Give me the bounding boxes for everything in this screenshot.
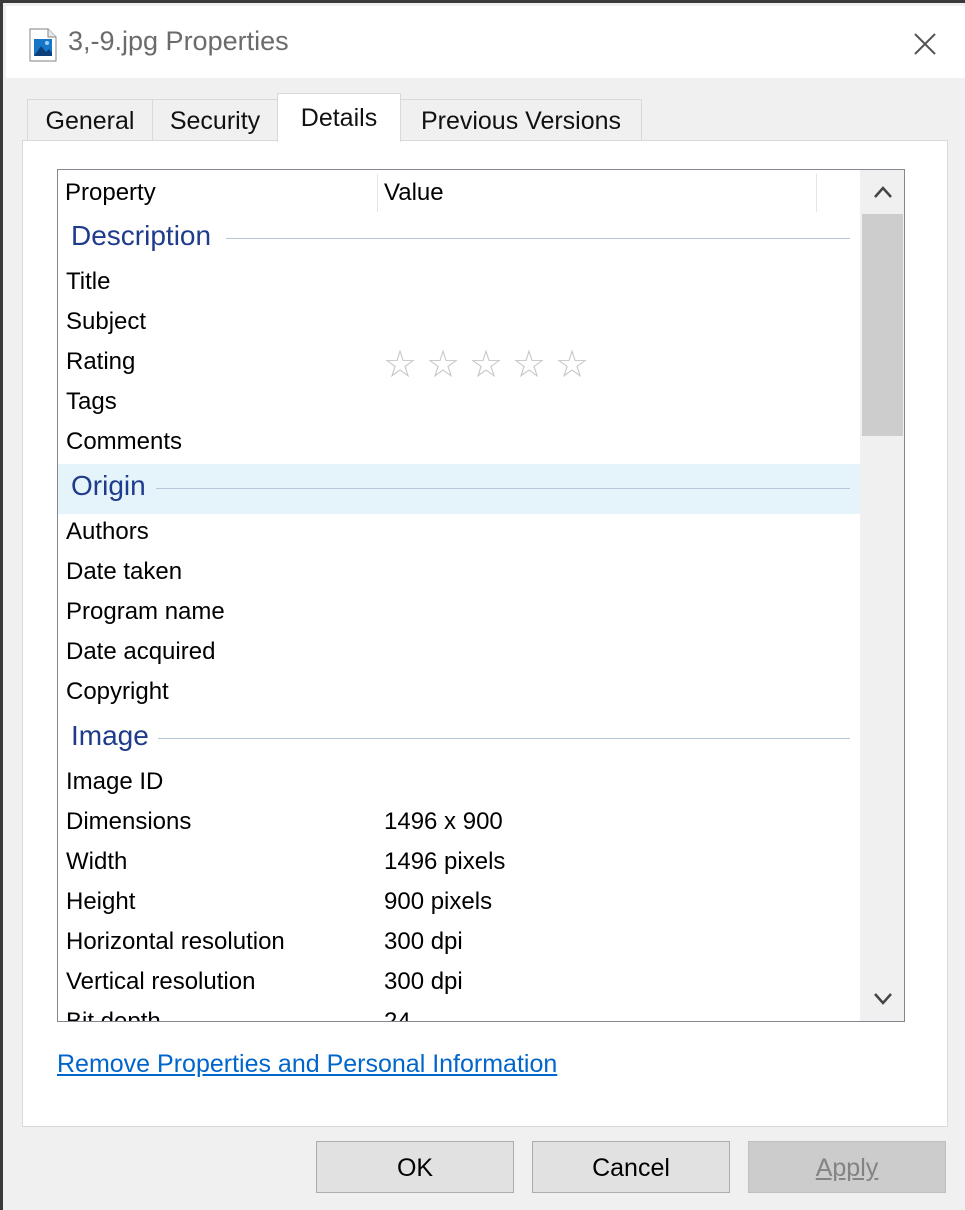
chevron-down-icon	[873, 993, 892, 1005]
property-name: Comments	[66, 428, 183, 455]
property-name: Title	[66, 268, 111, 295]
property-rows: Description Title Subject Rating ☆ ☆ ☆ ☆…	[58, 214, 860, 1022]
tab-details[interactable]: Details	[277, 93, 401, 142]
property-value[interactable]: 900 pixels	[384, 888, 492, 916]
list-item[interactable]: Width 1496 pixels	[58, 844, 860, 884]
list-item[interactable]: Program name	[58, 594, 860, 634]
group-header-image[interactable]: Image	[58, 714, 860, 764]
tab-security[interactable]: Security	[152, 99, 278, 141]
property-name: Date taken	[66, 558, 183, 585]
group-title: Image	[71, 720, 149, 751]
property-name: Width	[66, 848, 128, 875]
group-divider	[226, 238, 850, 239]
list-item[interactable]: Bit depth 24	[58, 1004, 860, 1022]
star-outline-icon[interactable]: ☆	[512, 342, 555, 386]
scroll-thumb[interactable]	[862, 214, 903, 436]
column-header-value[interactable]: Value	[384, 170, 814, 214]
property-name: Copyright	[66, 678, 169, 705]
property-name: Horizontal resolution	[66, 928, 285, 955]
property-value[interactable]: 1496 x 900	[384, 808, 503, 836]
list-item[interactable]: Horizontal resolution 300 dpi	[58, 924, 860, 964]
property-name: Dimensions	[66, 808, 192, 835]
group-header-origin[interactable]: Origin	[58, 464, 860, 514]
property-value[interactable]: 24	[384, 1008, 411, 1021]
list-item[interactable]: Dimensions 1496 x 900	[58, 804, 860, 844]
property-name: Bit depth	[66, 1008, 161, 1022]
close-icon	[914, 33, 936, 55]
star-outline-icon[interactable]: ☆	[383, 342, 426, 386]
remove-properties-link[interactable]: Remove Properties and Personal Informati…	[57, 1050, 557, 1079]
apply-button-label: Apply	[815, 1154, 879, 1182]
group-title: Origin	[71, 470, 146, 501]
list-header: Property Value	[58, 170, 860, 214]
property-name: Vertical resolution	[66, 968, 256, 995]
list-item[interactable]: Copyright	[58, 674, 860, 714]
list-item[interactable]: Height 900 pixels	[58, 884, 860, 924]
column-header-property[interactable]: Property	[65, 170, 375, 214]
column-divider[interactable]	[816, 174, 817, 212]
property-name: Rating	[66, 348, 136, 375]
list-item[interactable]: Authors	[58, 514, 860, 554]
group-title: Description	[71, 220, 212, 251]
group-divider	[156, 488, 850, 489]
list-item[interactable]: Vertical resolution 300 dpi	[58, 964, 860, 1004]
star-outline-icon[interactable]: ☆	[426, 342, 469, 386]
property-value[interactable]: 1496 pixels	[384, 848, 505, 876]
scroll-down-button[interactable]	[860, 977, 904, 1021]
list-item[interactable]: Comments	[58, 424, 860, 464]
property-name: Authors	[66, 518, 149, 545]
rating-stars[interactable]: ☆ ☆ ☆ ☆ ☆	[383, 342, 598, 386]
property-list[interactable]: Property Value Description Title Subject…	[57, 169, 905, 1022]
apply-button[interactable]: Apply	[748, 1141, 946, 1193]
property-value[interactable]: 300 dpi	[384, 928, 463, 956]
property-value[interactable]: 300 dpi	[384, 968, 463, 996]
list-item[interactable]: Title	[58, 264, 860, 304]
star-outline-icon[interactable]: ☆	[469, 342, 512, 386]
list-item[interactable]: Date taken	[58, 554, 860, 594]
scroll-up-button[interactable]	[860, 170, 904, 214]
title-bar[interactable]: 3,-9.jpg Properties	[6, 6, 965, 78]
tab-general[interactable]: General	[27, 99, 153, 141]
cancel-button[interactable]: Cancel	[532, 1141, 730, 1193]
list-item[interactable]: Tags	[58, 384, 860, 424]
image-file-icon	[28, 28, 58, 62]
chevron-up-icon	[873, 186, 892, 198]
vertical-scrollbar[interactable]	[860, 170, 904, 1021]
property-name: Subject	[66, 308, 147, 335]
list-item[interactable]: Date acquired	[58, 634, 860, 674]
group-divider	[158, 738, 850, 739]
list-item[interactable]: Subject	[58, 304, 860, 344]
close-button[interactable]	[902, 22, 948, 66]
property-name: Height	[66, 888, 136, 915]
property-name: Image ID	[66, 768, 164, 795]
group-header-description[interactable]: Description	[58, 214, 860, 264]
list-item[interactable]: Image ID	[58, 764, 860, 804]
tab-previous-versions[interactable]: Previous Versions	[400, 99, 642, 141]
property-name: Tags	[66, 388, 117, 415]
property-name: Date acquired	[66, 638, 216, 665]
list-item[interactable]: Rating ☆ ☆ ☆ ☆ ☆	[58, 342, 860, 386]
property-name: Program name	[66, 598, 225, 625]
window-title: 3,-9.jpg Properties	[68, 26, 289, 56]
star-outline-icon[interactable]: ☆	[555, 342, 598, 386]
column-divider[interactable]	[377, 174, 378, 212]
ok-button[interactable]: OK	[316, 1141, 514, 1193]
